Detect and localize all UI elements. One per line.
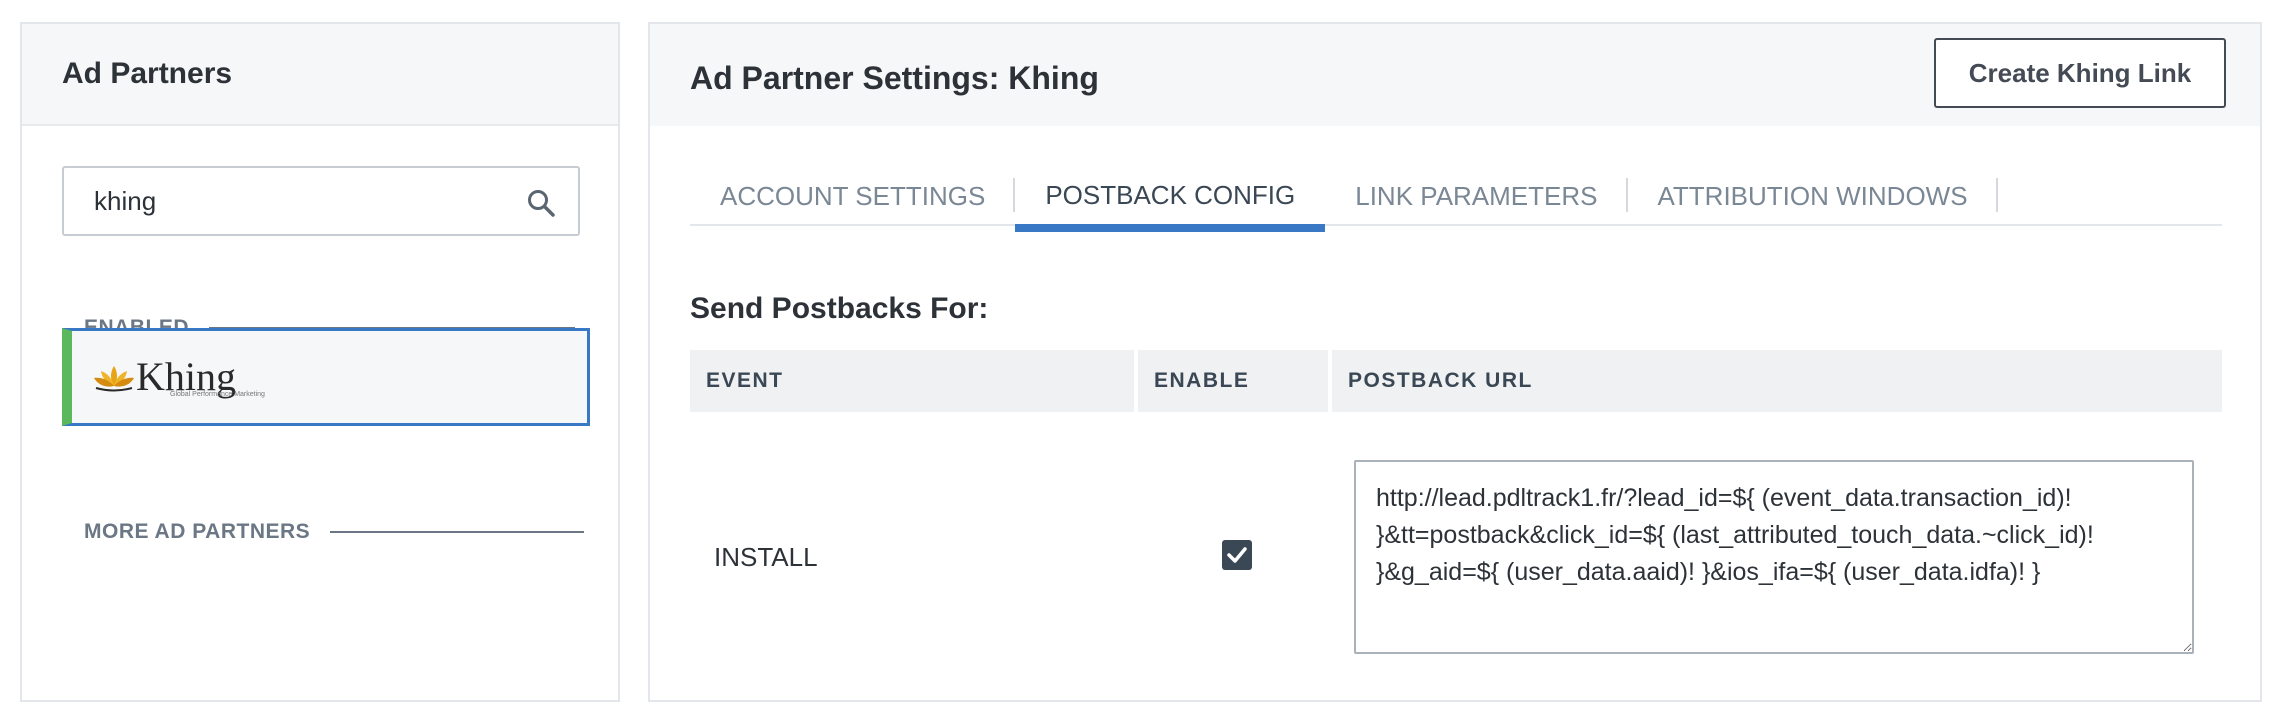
postback-url-textarea[interactable]: http://lead.pdltrack1.fr/?lead_id=${ (ev… [1354, 460, 2194, 654]
create-link-button[interactable]: Create Khing Link [1934, 38, 2226, 108]
table-header: EVENT ENABLE POSTBACK URL [690, 350, 2222, 412]
more-partners-label-text: MORE AD PARTNERS [84, 520, 311, 543]
tab-link-parameters[interactable]: LINK PARAMETERS [1325, 166, 1628, 226]
tab-label: ATTRIBUTION WINDOWS [1657, 180, 1968, 211]
partner-search-input[interactable] [94, 185, 514, 217]
page-title: Ad Partner Settings: Khing [690, 60, 1099, 96]
partner-settings-panel: Ad Partner Settings: Khing Create Khing … [648, 22, 2262, 702]
postback-url-cell: http://lead.pdltrack1.fr/?lead_id=${ (ev… [1332, 412, 2222, 698]
lotus-icon [94, 366, 134, 392]
partner-search-box[interactable] [62, 166, 580, 236]
more-partners-section-label: MORE AD PARTNERS [84, 520, 585, 544]
divider [330, 531, 585, 533]
checkmark-icon [1227, 547, 1247, 563]
ad-partners-header: Ad Partners [22, 24, 618, 126]
tab-label: LINK PARAMETERS [1355, 180, 1598, 211]
tab-label: ACCOUNT SETTINGS [720, 180, 986, 211]
enable-checkbox[interactable] [1222, 540, 1252, 570]
khing-logo-tagline: Global Performance Marketing [170, 391, 265, 398]
tab-account-settings[interactable]: ACCOUNT SETTINGS [690, 166, 1016, 226]
tab-label: POSTBACK CONFIG [1045, 179, 1296, 210]
ad-partners-panel: Ad Partners ENABLED Khing Global Perform… [20, 22, 620, 702]
table-row: INSTALL http://lead.pdltrack1.fr/?lead_i… [690, 412, 2222, 698]
event-cell: INSTALL [690, 412, 1138, 698]
settings-header: Ad Partner Settings: Khing Create Khing … [650, 24, 2260, 126]
event-name: INSTALL [714, 542, 818, 572]
tab-postback-config[interactable]: POSTBACK CONFIG [1015, 166, 1326, 232]
postback-table: EVENT ENABLE POSTBACK URL INSTALL http:/… [690, 350, 2222, 698]
column-header-enable: ENABLE [1138, 350, 1332, 412]
send-postbacks-title: Send Postbacks For: [690, 292, 989, 325]
tab-separator [1995, 178, 1998, 212]
partner-card-khing[interactable]: Khing Global Performance Marketing [62, 328, 590, 426]
search-icon[interactable] [526, 188, 556, 218]
column-header-postback-url: POSTBACK URL [1348, 369, 1533, 392]
tab-attribution-windows[interactable]: ATTRIBUTION WINDOWS [1628, 166, 1998, 226]
column-header-event: EVENT [690, 350, 1138, 412]
ad-partners-title: Ad Partners [62, 57, 233, 90]
settings-tabs: ACCOUNT SETTINGS POSTBACK CONFIG LINK PA… [690, 166, 2222, 232]
enable-cell [1138, 412, 1332, 698]
